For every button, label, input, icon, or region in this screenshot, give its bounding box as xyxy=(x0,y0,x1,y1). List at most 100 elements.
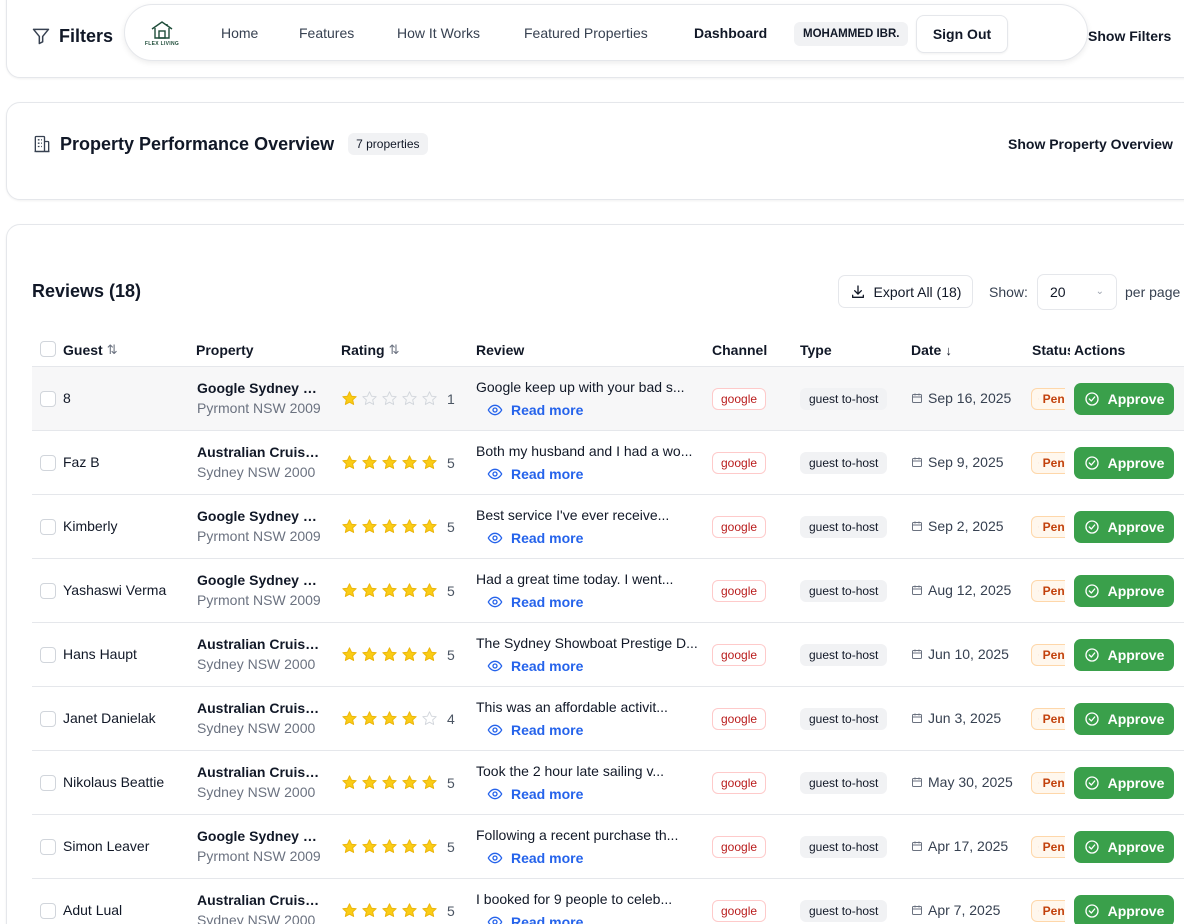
star-filled-icon xyxy=(362,775,377,789)
row-checkbox[interactable] xyxy=(40,903,56,919)
nav-link-featured-properties[interactable]: Featured Properties xyxy=(524,25,648,41)
column-header-guest[interactable]: Guest ⇅ xyxy=(63,342,118,358)
read-more-link[interactable]: Read more xyxy=(487,658,583,674)
rating-stars: 4 xyxy=(341,710,455,727)
rating-stars: 5 xyxy=(341,518,455,535)
table-row[interactable]: Janet Danielak Australian Cruise ... Sydne… xyxy=(32,687,1184,751)
eye-icon xyxy=(487,724,503,736)
check-circle-icon xyxy=(1084,392,1099,406)
table-row[interactable]: Faz B Australian Cruise ... Sydney NSW 200… xyxy=(32,431,1184,495)
read-more-link[interactable]: Read more xyxy=(487,530,583,546)
read-more-link[interactable]: Read more xyxy=(487,850,583,866)
type-badge: guest to-host xyxy=(800,708,888,730)
nav-link-features[interactable]: Features xyxy=(299,25,354,41)
export-all-label: Export All (18) xyxy=(873,283,962,300)
table-row[interactable]: Hans Haupt Australian Cruise ... Sydney NS… xyxy=(32,623,1184,687)
show-filters-button[interactable]: Show Filters xyxy=(1088,28,1171,44)
approve-button[interactable]: Approve xyxy=(1074,511,1174,543)
table-header: Guest ⇅ Property Rating ⇅ Review Channel… xyxy=(32,331,1184,367)
approve-button[interactable]: Approve xyxy=(1074,575,1174,607)
select-all-checkbox[interactable] xyxy=(40,341,56,357)
type-badge: guest to-host xyxy=(800,452,888,474)
review-date: Apr 7, 2025 xyxy=(911,902,1000,918)
logo-text: FLEX LIVING xyxy=(144,40,180,47)
rating-value: 4 xyxy=(447,710,455,727)
approve-button[interactable]: Approve xyxy=(1074,703,1174,735)
read-more-link[interactable]: Read more xyxy=(487,594,583,610)
approve-button[interactable]: Approve xyxy=(1074,831,1174,863)
read-more-link[interactable]: Read more xyxy=(487,466,583,482)
arrow-down-icon: ↓ xyxy=(945,342,952,358)
check-circle-icon xyxy=(1084,584,1099,598)
channel-badge: google xyxy=(712,580,767,602)
column-label-property: Property xyxy=(196,342,254,358)
column-header-rating[interactable]: Rating ⇅ xyxy=(341,342,399,358)
star-filled-icon xyxy=(422,455,437,469)
eye-icon xyxy=(487,596,503,608)
row-checkbox[interactable] xyxy=(40,455,56,471)
row-checkbox[interactable] xyxy=(40,519,56,535)
row-checkbox[interactable] xyxy=(40,839,56,855)
guest-name: Simon Leaver xyxy=(63,838,150,854)
row-checkbox[interactable] xyxy=(40,711,56,727)
column-header-review: Review xyxy=(476,342,524,358)
read-more-link[interactable]: Read more xyxy=(487,402,583,418)
read-more-label: Read more xyxy=(511,786,584,802)
row-checkbox[interactable] xyxy=(40,583,56,599)
star-filled-icon xyxy=(382,519,397,533)
approve-button[interactable]: Approve xyxy=(1074,639,1174,671)
star-filled-icon xyxy=(342,519,357,533)
per-page-select[interactable]: 20 ⌄ xyxy=(1037,274,1117,310)
approve-button[interactable]: Approve xyxy=(1074,767,1174,799)
clock-icon xyxy=(1038,462,1039,464)
export-all-button[interactable]: Export All (18) xyxy=(838,275,973,308)
table-row[interactable]: Adut Lual Australian Cruise ... Sydney NSW… xyxy=(32,879,1184,924)
nav-link-home[interactable]: Home xyxy=(221,25,258,41)
review-date-text: Sep 2, 2025 xyxy=(928,518,1004,534)
status-label: Pending xyxy=(1042,648,1065,662)
property-name: Australian Cruise ... xyxy=(197,444,321,460)
guest-name: Hans Haupt xyxy=(63,646,137,662)
star-filled-icon xyxy=(382,775,397,789)
sign-out-button[interactable]: Sign Out xyxy=(916,15,1008,53)
approve-label: Approve xyxy=(1107,583,1165,599)
channel-badge: google xyxy=(712,388,767,410)
table-row[interactable]: Nikolaus Beattie Australian Cruise ... Syd… xyxy=(32,751,1184,815)
brand-logo[interactable]: FLEX LIVING xyxy=(141,13,183,53)
approve-button[interactable]: Approve xyxy=(1074,383,1174,415)
calendar-icon xyxy=(912,585,922,595)
table-row[interactable]: 8 Google Sydney - ... Pyrmont NSW 2009 1 Goo… xyxy=(32,367,1184,431)
nav-link-how-it-works[interactable]: How It Works xyxy=(397,25,480,41)
user-badge[interactable]: MOHAMMED IBR. xyxy=(794,22,909,46)
row-checkbox[interactable] xyxy=(40,391,56,407)
row-checkbox[interactable] xyxy=(40,775,56,791)
clock-icon xyxy=(1038,718,1039,720)
star-filled-icon xyxy=(422,839,437,853)
approve-button[interactable]: Approve xyxy=(1074,895,1174,924)
show-property-overview-button[interactable]: Show Property Overview xyxy=(1008,136,1173,152)
column-header-date[interactable]: Date ↓ xyxy=(911,342,952,358)
property-name: Australian Cruise ... xyxy=(197,636,321,652)
check-circle-icon xyxy=(1084,648,1099,662)
read-more-link[interactable]: Read more xyxy=(487,786,583,802)
star-filled-icon xyxy=(422,775,437,789)
nav-link-dashboard[interactable]: Dashboard xyxy=(694,25,767,41)
read-more-link[interactable]: Read more xyxy=(487,722,583,738)
rating-value: 5 xyxy=(447,582,455,599)
property-location: Sydney NSW 2000 xyxy=(197,656,316,672)
clock-icon xyxy=(1038,910,1039,912)
review-date-text: May 30, 2025 xyxy=(928,774,1013,790)
star-empty-icon xyxy=(362,391,377,405)
table-row[interactable]: Simon Leaver Google Sydney - ... Pyrmont N… xyxy=(32,815,1184,879)
star-filled-icon xyxy=(342,647,357,661)
read-more-link[interactable]: Read more xyxy=(487,914,583,924)
row-checkbox[interactable] xyxy=(40,647,56,663)
filters-header[interactable]: Filters xyxy=(31,24,113,48)
check-circle-icon xyxy=(1084,456,1099,470)
table-row[interactable]: Kimberly Google Sydney - ... Pyrmont NSW 2… xyxy=(32,495,1184,559)
table-row[interactable]: Yashaswi Verma Google Sydney - ... Pyrmont… xyxy=(32,559,1184,623)
filter-icon xyxy=(32,28,50,45)
type-badge: guest to-host xyxy=(800,900,888,922)
eye-icon xyxy=(487,916,503,924)
approve-button[interactable]: Approve xyxy=(1074,447,1174,479)
